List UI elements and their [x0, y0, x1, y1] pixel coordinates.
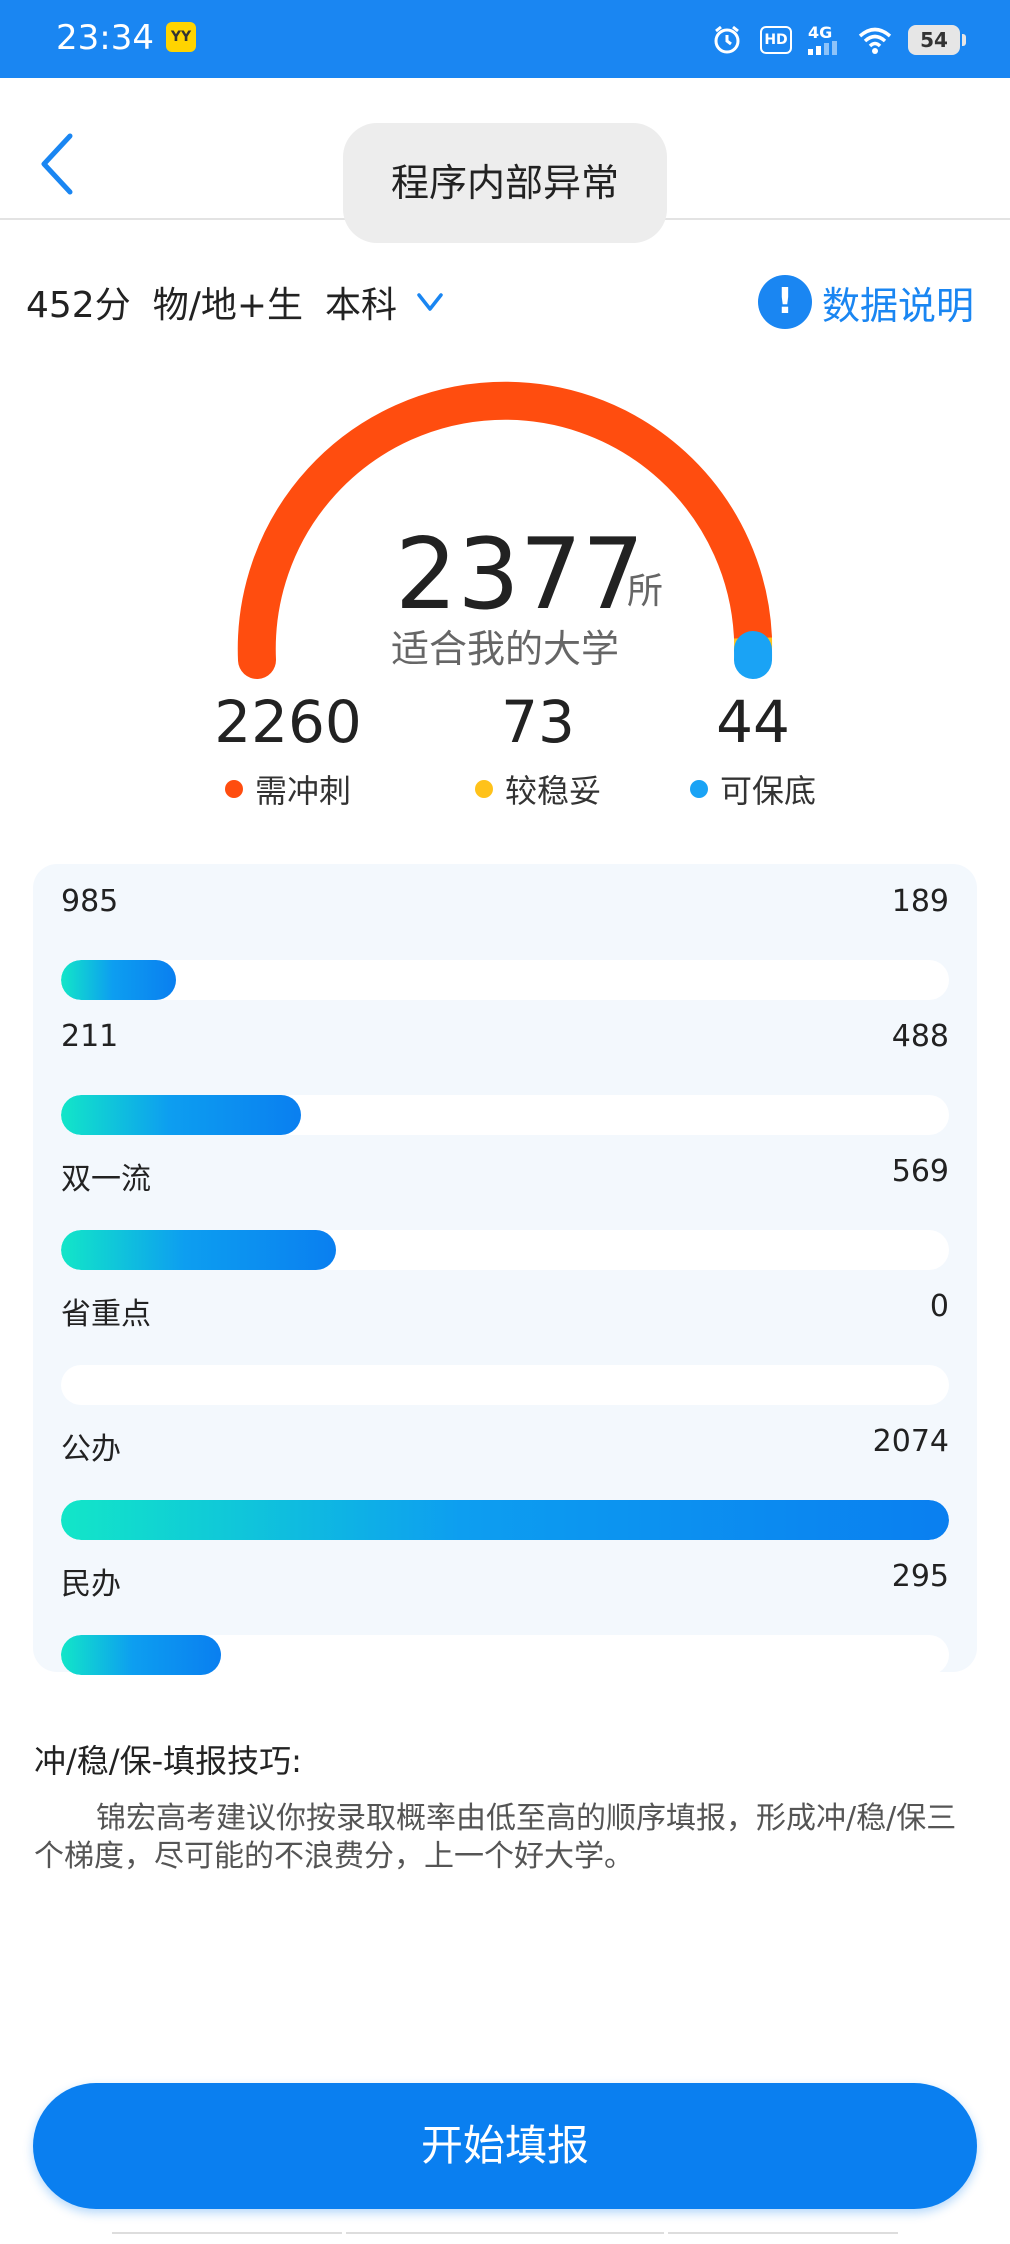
hd-icon: HD — [760, 26, 792, 54]
progress-track — [61, 960, 949, 1000]
stat-double-first-class: 双一流 569 — [61, 1154, 949, 1270]
tier-rush-label: 需冲刺 — [254, 772, 351, 810]
wifi-icon — [858, 23, 892, 57]
stat-label: 省重点 — [61, 1297, 151, 1332]
chevron-down-icon[interactable] — [413, 285, 447, 319]
progress-track — [61, 1230, 949, 1270]
tier-stable-label: 较稳妥 — [504, 772, 601, 810]
total-label: 适合我的大学 — [390, 627, 619, 671]
progress-fill — [61, 1500, 949, 1540]
start-fill-button[interactable]: 开始填报 — [33, 2083, 977, 2209]
tips-title: 冲/稳/保-填报技巧: — [34, 1742, 302, 1780]
total-count: 2377 — [395, 518, 645, 632]
stat-label: 211 — [61, 1019, 119, 1054]
battery-icon: 54 — [908, 25, 966, 55]
stable-dot-icon — [474, 780, 493, 798]
stat-211: 211 488 — [61, 1019, 949, 1135]
error-toast: 程序内部异常 — [343, 123, 667, 243]
progress-fill — [61, 1230, 337, 1270]
stat-public: 公办 2074 — [61, 1424, 949, 1540]
signal-icon: 4G — [808, 23, 842, 57]
tier-stable: 73 较稳妥 — [448, 688, 628, 812]
tier-rush-count: 2260 — [214, 688, 362, 756]
progress-fill — [61, 1095, 301, 1135]
tier-rush: 2260 需冲刺 — [208, 688, 368, 812]
score-label: 452分 — [26, 285, 131, 326]
progress-track — [61, 1635, 949, 1675]
stat-private: 民办 295 — [61, 1559, 949, 1675]
stat-value: 295 — [891, 1559, 949, 1594]
bottom-divider — [346, 2232, 664, 2238]
app-header: 智能填报 程序内部异常 — [0, 78, 1010, 243]
exclamation-icon: ! — [757, 275, 812, 329]
rush-dot-icon — [224, 780, 243, 798]
subjects-label: 物/地+生 — [152, 285, 304, 326]
progress-fill — [61, 960, 177, 1000]
filter-selector[interactable]: 452分 物/地+生 本科 — [26, 272, 447, 332]
status-bar: 23:34 YY HD 4G 54 — [0, 0, 1010, 78]
stat-label: 公办 — [61, 1432, 121, 1467]
stat-provincial-key: 省重点 0 — [61, 1289, 949, 1405]
stat-985: 985 189 — [61, 884, 949, 1000]
bottom-divider — [668, 2232, 898, 2238]
tier-stable-count: 73 — [501, 688, 575, 756]
status-time: 23:34 — [56, 18, 154, 58]
level-label: 本科 — [325, 285, 398, 326]
data-note-label: 数据说明 — [821, 283, 974, 328]
tier-safe: 44 可保底 — [668, 688, 838, 812]
data-note-button[interactable]: ! 数据说明 — [757, 272, 974, 332]
stat-label: 双一流 — [61, 1162, 151, 1197]
tier-safe-label: 可保底 — [719, 772, 816, 810]
safe-dot-icon — [689, 780, 708, 798]
total-unit: 所 — [627, 571, 664, 612]
stat-label: 民办 — [61, 1567, 121, 1602]
stat-value: 2074 — [872, 1424, 949, 1459]
alarm-icon — [710, 23, 744, 57]
stat-value: 488 — [891, 1019, 949, 1054]
stats-panel: 985 189 211 488 双一流 569 省重点 0 公办 2074 民办 295 — [33, 864, 977, 1675]
yy-app-icon: YY — [166, 22, 196, 52]
progress-fill — [61, 1635, 221, 1675]
stat-value: 569 — [891, 1154, 949, 1189]
tips-body: 锦宏高考建议你按录取概率由低至高的顺序填报，形成冲/稳/保三个梯度，尽可能的不浪… — [34, 1801, 957, 1874]
progress-track — [61, 1500, 949, 1540]
stat-value: 0 — [929, 1289, 949, 1324]
stat-value: 189 — [891, 884, 949, 919]
tier-safe-count: 44 — [716, 688, 790, 756]
bottom-divider — [112, 2232, 342, 2238]
stat-label: 985 — [61, 884, 119, 919]
progress-track — [61, 1095, 949, 1135]
progress-track — [61, 1365, 949, 1405]
